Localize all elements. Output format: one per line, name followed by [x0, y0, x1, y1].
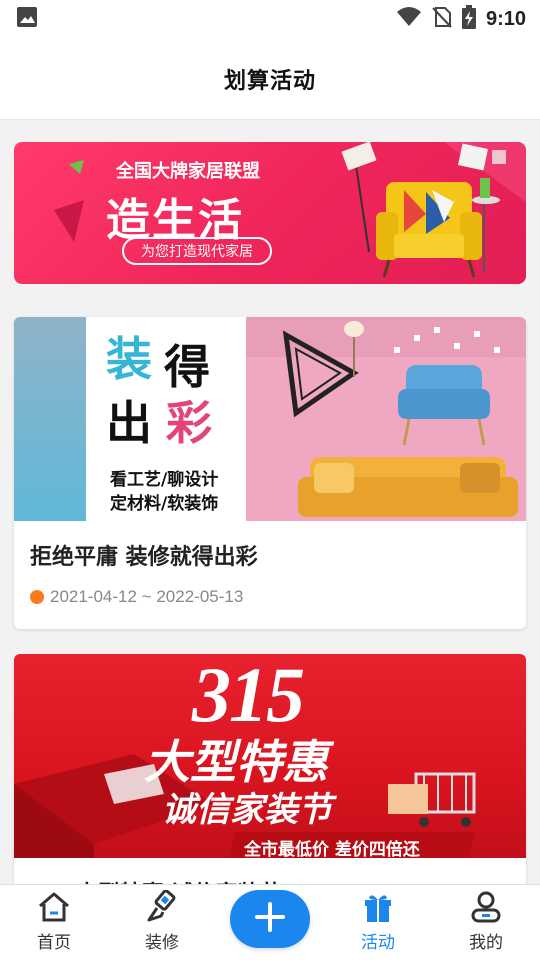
nav-label: 装修: [145, 933, 179, 953]
image-char-1: 装: [106, 332, 152, 386]
no-sim-icon: [432, 6, 452, 32]
banner-pill: 为您打造现代家居: [122, 237, 272, 265]
activity-card[interactable]: 装 得 出 彩 看工艺/聊设计 定材料/软装饰 拒绝平庸 装修就得出彩 2021…: [14, 317, 526, 629]
activity-card-title: 拒绝平庸 装修就得出彩: [30, 545, 258, 570]
plus-icon: [253, 900, 287, 938]
image-char-3: 出: [106, 396, 152, 450]
nav-item-mine[interactable]: 我的: [432, 885, 540, 960]
status-dot-icon: [30, 590, 44, 604]
status-bar: 9:10: [0, 0, 540, 38]
activity-list[interactable]: 全国大牌家居联盟 造生活 为您打造现代家居 装 得 出 彩 看工艺/聊设计 定材…: [0, 121, 540, 884]
activity-card-image: 315 大型特惠 诚信家装节 全市最低价 差价四倍还: [14, 654, 526, 858]
image-subheadline: 诚信家装节: [162, 790, 332, 830]
nav-label: 我的: [469, 933, 503, 953]
activity-date-range: 2021-04-12 ~ 2022-05-13: [50, 587, 244, 606]
add-button[interactable]: [230, 890, 310, 948]
nav-label: 活动: [361, 933, 395, 953]
top-promo-banner[interactable]: 全国大牌家居联盟 造生活 为您打造现代家居: [14, 142, 526, 284]
banner-tagline: 全国大牌家居联盟: [116, 161, 260, 182]
nav-item-activity[interactable]: 活动: [324, 885, 432, 960]
app-header: 划算活动: [0, 38, 540, 120]
image-char-4: 彩: [166, 396, 212, 450]
banner-decoration: [54, 142, 526, 278]
brush-icon: [145, 890, 179, 924]
image-line-1: 看工艺/聊设计: [110, 470, 219, 490]
page-title: 划算活动: [223, 68, 316, 94]
card1-decoration: [282, 321, 518, 517]
activity-card-image: 装 得 出 彩 看工艺/聊设计 定材料/软装饰: [14, 317, 526, 521]
nav-item-home[interactable]: 首页: [0, 885, 108, 960]
activity-date-row: 2021-04-12 ~ 2022-05-13: [30, 587, 243, 607]
home-icon: [37, 890, 71, 924]
nav-label: 首页: [37, 933, 71, 953]
wifi-icon: [396, 6, 422, 32]
activity-card[interactable]: 315 大型特惠 诚信家装节 全市最低价 差价四倍还 315大型特惠 诚信家装节: [14, 654, 526, 884]
activity-card-title: 315大型特惠 诚信家装节: [30, 876, 282, 884]
gift-icon: [361, 890, 395, 924]
clock-time: 9:10: [485, 7, 526, 30]
image-strip-text: 全市最低价 差价四倍还: [244, 840, 420, 858]
user-icon: [469, 890, 503, 924]
image-line-2: 定材料/软装饰: [110, 494, 219, 514]
image-notification-icon: [16, 6, 38, 32]
battery-charging-icon: [461, 5, 476, 33]
nav-item-renovation[interactable]: 装修: [108, 885, 216, 960]
